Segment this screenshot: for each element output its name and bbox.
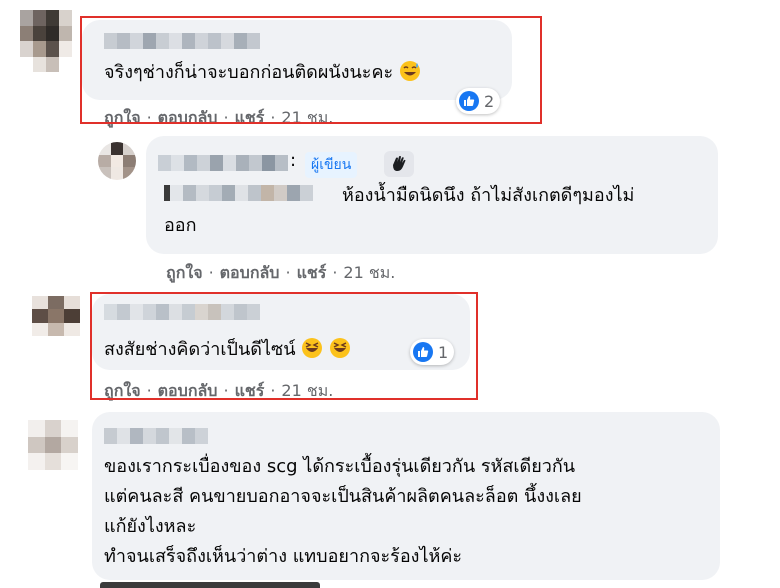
author-avatar[interactable] — [98, 142, 136, 180]
comment-text-line-4: ทำจนเสร็จถึงเห็นว่าต่าง แทบอยากจะร้องไห้… — [104, 546, 463, 567]
author-badge: ผู้เขียน — [305, 152, 358, 178]
reply-actions: ถูกใจ · ตอบกลับ · แชร์ · 21 ชม. — [166, 263, 396, 282]
comment-text-line-1: ของเรากระเบื่องของ scg ได้กระเบื้องรุ่นเ… — [104, 456, 576, 477]
comment-text-line-3: แก้ยังไงหละ — [104, 516, 197, 537]
waving-hand-icon — [384, 151, 414, 177]
colon-separator: : — [290, 150, 297, 171]
author-name-blurred[interactable] — [158, 155, 288, 171]
reply-action[interactable]: ตอบกลับ — [220, 263, 280, 282]
share-action[interactable]: แชร์ — [297, 263, 327, 282]
timestamp[interactable]: 21 ชม. — [343, 263, 395, 282]
comment-text-line-2: แต่คนละสี คนขายบอกอาจจะเป็นสินค้าผลิตคนล… — [104, 486, 582, 507]
highlight-box — [80, 16, 542, 124]
next-comment-edge — [100, 582, 320, 588]
mentioned-name-blurred[interactable] — [164, 185, 313, 201]
highlight-box — [90, 292, 478, 400]
reply-text-line-1: ห้องน้ำมืดนิดนึง ถ้าไม่สังเกตดีๆมองไม่ — [342, 185, 635, 206]
like-action[interactable]: ถูกใจ — [166, 263, 203, 282]
commenter-avatar[interactable] — [32, 296, 80, 336]
commenter-avatar[interactable] — [20, 10, 72, 72]
commenter-avatar[interactable] — [28, 420, 78, 470]
commenter-name-blurred[interactable] — [104, 428, 208, 444]
reply-text-line-2: ออก — [164, 215, 197, 236]
